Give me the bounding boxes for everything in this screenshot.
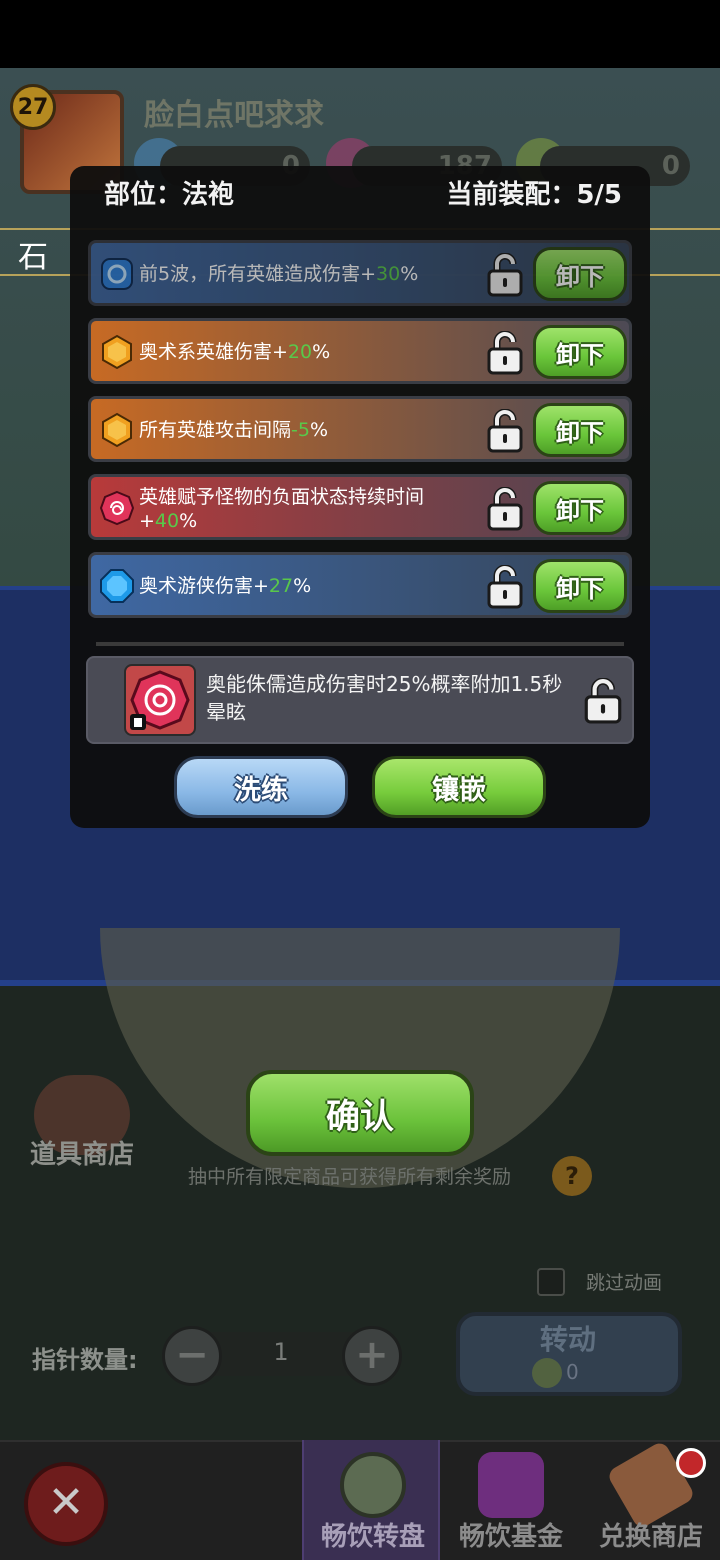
equip-count-label: 当前装配：5/5 (446, 180, 622, 210)
pointer-count-value: 1 (273, 1338, 289, 1366)
inlay-button[interactable]: 镶嵌 (372, 756, 546, 818)
help-icon[interactable]: ? (552, 1156, 592, 1196)
side-label: 石 (18, 240, 48, 275)
equipment-slot-modal: 部位：法袍 当前装配：5/5 前5波，所有英雄造成伤害+30% 卸下 奥术系英雄… (70, 166, 650, 828)
unlock-icon[interactable] (485, 565, 525, 609)
rune-effect-text: 奥术系英雄伤害+20% (139, 341, 331, 363)
unequip-button[interactable]: 卸下 (533, 325, 627, 379)
rune-effect-text: 所有英雄攻击间隔-5% (139, 419, 329, 441)
hop-icon (532, 1358, 562, 1388)
dartboard-icon (340, 1452, 406, 1518)
rune-effect-text: 前5波，所有英雄造成伤害+30% (139, 263, 419, 285)
status-bar (0, 0, 720, 68)
rune-slot: 奥术系英雄伤害+20% 卸下 (88, 318, 632, 384)
pointer-count-label: 指针数量: (32, 1346, 138, 1374)
spiral-gem-icon (130, 670, 190, 730)
blue-octagon-icon (100, 569, 134, 603)
red-spiral-icon (99, 490, 135, 526)
spin-cost: 0 (566, 1360, 579, 1384)
rune-slot: 前5波，所有英雄造成伤害+30% 卸下 (88, 240, 632, 306)
rune-slot: 英雄赋予怪物的负面状态持续时间+40% 卸下 (88, 474, 632, 540)
divider (96, 642, 624, 646)
tab-drink-wheel[interactable]: 畅饮转盘 (302, 1440, 440, 1560)
special-effect-text: 奥能侏儒造成伤害时25%概率附加1.5秒晕眩 (206, 672, 563, 724)
unlock-icon[interactable] (485, 409, 525, 453)
slot-label: 部位：法袍 (104, 180, 235, 210)
blue-rune-icon (101, 258, 133, 290)
skip-animation-checkbox[interactable] (537, 1268, 565, 1296)
orange-hexagon-icon (102, 334, 132, 370)
special-effect-panel: 奥能侏儒造成伤害时25%概率附加1.5秒晕眩 (86, 656, 634, 744)
player-name: 脸白点吧求求 (144, 98, 324, 133)
rune-effect-text: 奥术游侠伤害+27% (139, 575, 312, 597)
unequip-button[interactable]: 卸下 (533, 403, 627, 457)
unlock-icon[interactable] (485, 331, 525, 375)
rune-slot: 奥术游侠伤害+27% 卸下 (88, 552, 632, 618)
plus-icon[interactable]: + (342, 1326, 402, 1386)
minus-icon[interactable]: − (162, 1326, 222, 1386)
confirm-button[interactable]: 确认 (246, 1070, 474, 1156)
tab-label: 兑换商店 (598, 1522, 703, 1552)
skip-animation-label: 跳过动画 (586, 1272, 663, 1294)
unequip-button[interactable]: 卸下 (533, 247, 627, 301)
unequip-button[interactable]: 卸下 (533, 559, 627, 613)
refine-button[interactable]: 洗练 (174, 756, 348, 818)
unlock-icon[interactable] (485, 253, 525, 297)
level-badge: 27 (10, 84, 56, 130)
tab-label: 畅饮基金 (458, 1522, 563, 1552)
close-icon[interactable]: ✕ (24, 1462, 108, 1546)
rune-effect-text: 英雄赋予怪物的负面状态持续时间+40% (139, 486, 425, 532)
unlock-icon[interactable] (582, 678, 624, 724)
tab-drink-fund[interactable]: 畅饮基金 (442, 1440, 580, 1560)
spin-label: 转动 (540, 1323, 597, 1356)
unlock-icon[interactable] (485, 487, 525, 531)
pentagon-gem-icon (478, 1452, 544, 1518)
tab-label: 畅饮转盘 (320, 1522, 425, 1552)
orange-hexagon-icon (102, 412, 132, 448)
rune-slot: 所有英雄攻击间隔-5% 卸下 (88, 396, 632, 462)
notification-badge (676, 1448, 706, 1478)
item-shop-label[interactable]: 道具商店 (30, 1134, 134, 1171)
red-spiral-gem-icon (124, 664, 196, 736)
reward-hint: 抽中所有限定商品可获得所有剩余奖励 (188, 1166, 512, 1188)
unequip-button[interactable]: 卸下 (533, 481, 627, 535)
